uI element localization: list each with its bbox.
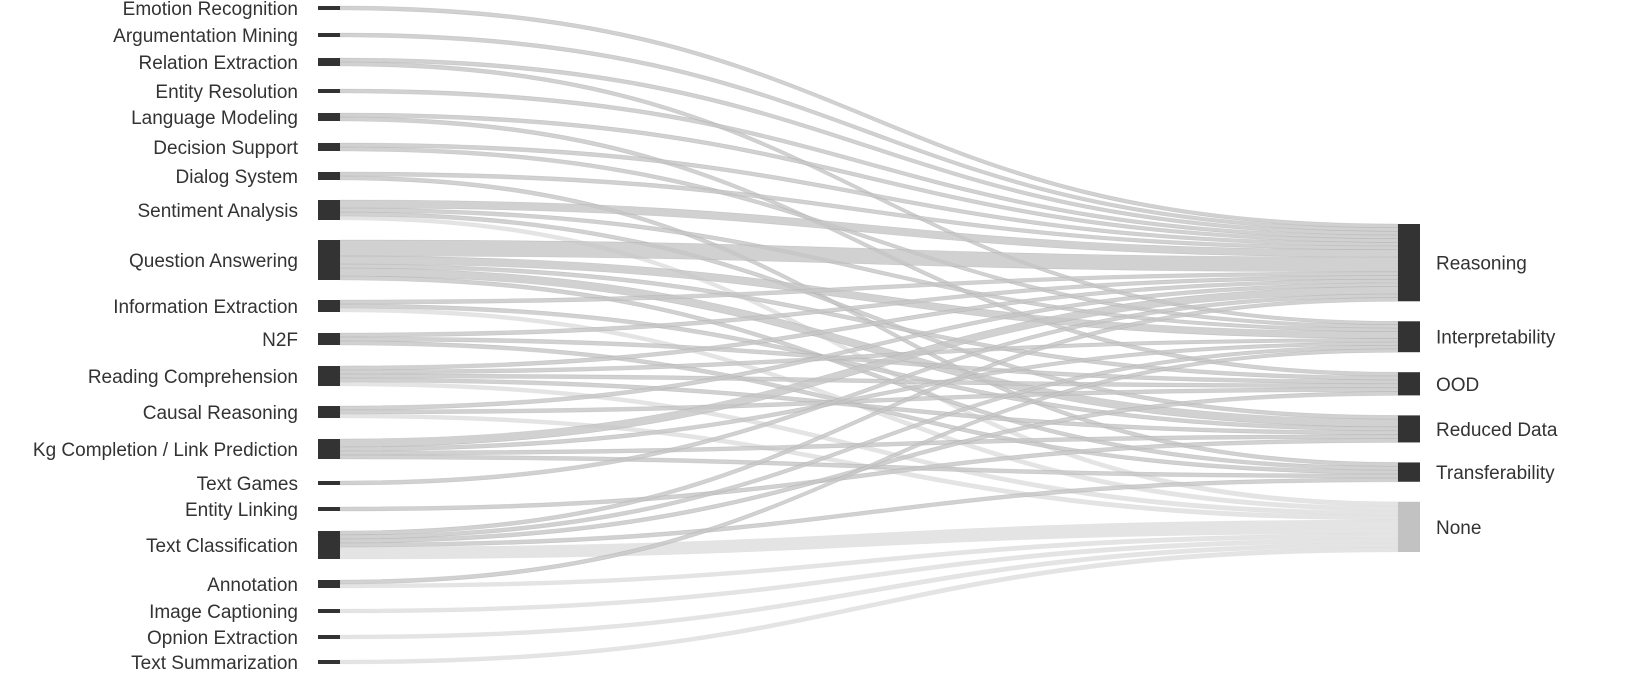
node-label-text-games: Text Games xyxy=(197,474,298,495)
node-label-n2f: N2F xyxy=(262,330,298,351)
node-label-ood: OOD xyxy=(1436,375,1479,396)
node-ood xyxy=(1398,372,1420,396)
node-label-transferability: Transferability xyxy=(1436,463,1555,484)
node-annotation xyxy=(318,580,340,588)
node-label-sentiment-analysis: Sentiment Analysis xyxy=(137,201,298,222)
node-decision-support xyxy=(318,143,340,151)
node-label-text-classification: Text Classification xyxy=(146,536,298,557)
node-label-interpretability: Interpretability xyxy=(1436,328,1556,349)
node-label-text-summarization: Text Summarization xyxy=(131,653,298,674)
node-opnion-extraction xyxy=(318,635,340,639)
node-n2f xyxy=(318,333,340,345)
node-text-classification xyxy=(318,531,340,559)
links-layer xyxy=(339,5,1399,665)
node-label-entity-resolution: Entity Resolution xyxy=(155,82,298,103)
node-label-language-modeling: Language Modeling xyxy=(131,108,298,129)
node-label-question-answering: Question Answering xyxy=(129,251,298,272)
node-label-kg-completion-link-prediction: Kg Completion / Link Prediction xyxy=(33,440,298,461)
node-none xyxy=(1398,501,1420,552)
node-label-emotion-recognition: Emotion Recognition xyxy=(123,0,298,20)
node-image-captioning xyxy=(318,609,340,613)
node-label-relation-extraction: Relation Extraction xyxy=(139,53,298,74)
node-question-answering xyxy=(318,240,340,280)
node-reduced-data xyxy=(1398,415,1420,443)
link-text-summarization-to-none xyxy=(339,547,1399,665)
node-label-none: None xyxy=(1436,518,1481,539)
node-label-dialog-system: Dialog System xyxy=(176,167,299,188)
node-label-entity-linking: Entity Linking xyxy=(185,500,298,521)
node-label-decision-support: Decision Support xyxy=(153,138,298,159)
sankey-chart: Emotion Recognition Argumentation Mining R… xyxy=(33,0,1558,674)
node-argumentation-mining xyxy=(318,33,340,37)
node-label-argumentation-mining: Argumentation Mining xyxy=(113,26,298,47)
node-entity-resolution xyxy=(318,89,340,93)
node-relation-extraction xyxy=(318,58,340,66)
node-label-reasoning: Reasoning xyxy=(1436,254,1527,275)
node-reading-comprehension xyxy=(318,366,340,386)
node-text-summarization xyxy=(318,660,340,664)
node-reasoning xyxy=(1398,224,1420,302)
node-information-extraction xyxy=(318,300,340,312)
node-label-information-extraction: Information Extraction xyxy=(113,297,298,318)
node-label-causal-reasoning: Causal Reasoning xyxy=(143,403,298,424)
node-sentiment-analysis xyxy=(318,200,340,220)
node-interpretability xyxy=(1398,321,1420,353)
node-text-games xyxy=(318,481,340,485)
node-entity-linking xyxy=(318,507,340,511)
node-label-opnion-extraction: Opnion Extraction xyxy=(147,628,298,649)
node-label-reduced-data: Reduced Data xyxy=(1436,420,1558,441)
node-causal-reasoning xyxy=(318,406,340,418)
node-emotion-recognition xyxy=(318,6,340,10)
node-kg-completion-link-prediction xyxy=(318,439,340,459)
node-transferability xyxy=(1398,462,1420,482)
node-dialog-system xyxy=(318,172,340,180)
node-label-image-captioning: Image Captioning xyxy=(149,602,298,623)
node-language-modeling xyxy=(318,113,340,121)
node-label-reading-comprehension: Reading Comprehension xyxy=(88,367,298,388)
node-label-annotation: Annotation xyxy=(207,575,298,596)
